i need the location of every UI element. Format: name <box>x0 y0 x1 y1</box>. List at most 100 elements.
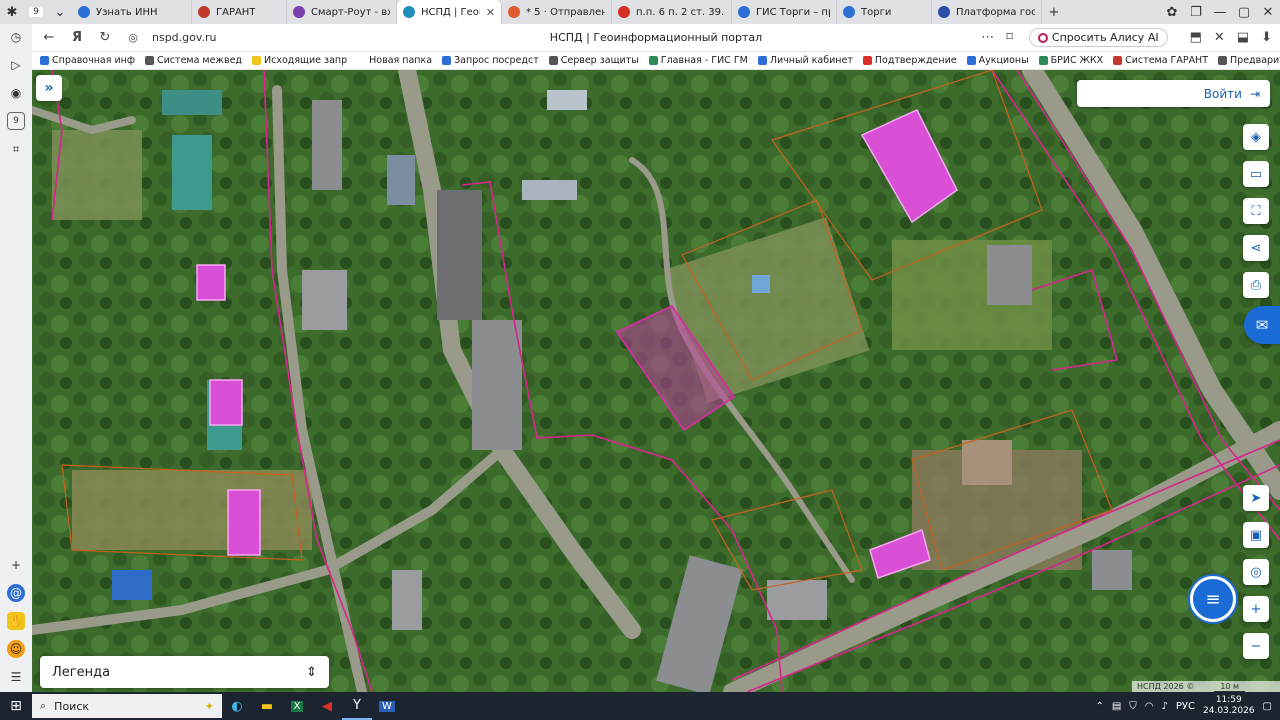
bookmark-item[interactable]: Справочная инф <box>40 55 141 66</box>
tab-label: НСПД | Геоинфо <box>421 6 480 18</box>
tab-label: Узнать ИНН <box>96 6 158 18</box>
map-canvas[interactable] <box>32 70 1280 692</box>
network-icon[interactable]: ▤ <box>1112 701 1121 712</box>
tab-group-icon[interactable]: 9 <box>7 112 25 130</box>
shield-icon[interactable]: ⬒ <box>1190 30 1202 45</box>
maximize-icon[interactable]: ▢ <box>1232 0 1256 24</box>
minimize-icon[interactable]: — <box>1208 0 1232 24</box>
language-indicator[interactable]: РУС <box>1176 701 1195 712</box>
accessibility-button[interactable]: ✉ <box>1244 306 1280 344</box>
bookmark-item[interactable]: Система ГАРАНТ <box>1113 55 1214 66</box>
close-tab-icon[interactable]: ✕ <box>486 6 495 19</box>
minimap-button[interactable]: ▣ <box>1243 522 1269 548</box>
notifications-icon[interactable]: ▢ <box>1263 701 1272 712</box>
new-tab-button[interactable]: + <box>1042 0 1066 24</box>
app-red[interactable]: ◀ <box>312 692 342 720</box>
extensions-icon[interactable]: ⬓ <box>1237 30 1249 45</box>
bookmark-favicon-icon <box>40 56 49 65</box>
tab-label: * 5 · Отправленные <box>526 6 605 18</box>
windows-taskbar: ⊞ ⌕ Поиск ✦ ◐ ▬ X ◀ Y W ⌃ ▤ ⛉ ◠ ♪ РУС 11… <box>0 692 1280 720</box>
legend-panel[interactable]: Легенда ⇕ <box>40 656 329 688</box>
building <box>312 100 342 190</box>
settings-icon[interactable]: ☰ <box>7 668 25 686</box>
wifi-icon[interactable]: ◠ <box>1145 701 1154 712</box>
zoom-out-button[interactable]: − <box>1243 633 1269 659</box>
login-icon: ⇥ <box>1249 86 1260 101</box>
tabs-dropdown-icon[interactable]: ⌄ <box>48 0 72 24</box>
browser-menu-icon[interactable]: ✱ <box>0 0 24 24</box>
excel-app[interactable]: X <box>282 692 312 720</box>
bookmark-item[interactable]: Новая папка <box>357 55 438 66</box>
building <box>522 180 577 200</box>
bookmark-item[interactable]: Сервер защиты <box>548 55 645 66</box>
bookmark-item[interactable]: Исходящие запр <box>252 55 353 66</box>
clock[interactable]: 11:59 24.03.2026 <box>1203 695 1255 717</box>
bookmark-label: Исходящие запр <box>264 55 348 66</box>
bookmark-item[interactable]: Запрос посредст <box>442 55 545 66</box>
share-button[interactable]: ⋖ <box>1243 235 1269 261</box>
edge-app[interactable]: ◐ <box>222 692 252 720</box>
browser-tab[interactable]: * 5 · Отправленные <box>502 0 612 24</box>
chat-button[interactable]: ≡ <box>1190 576 1236 622</box>
bookmark-item[interactable]: Личный кабинет <box>757 55 859 66</box>
bookmark-item[interactable]: Система межвед <box>145 55 248 66</box>
downloads-icon[interactable]: ⬇ <box>1261 30 1272 45</box>
browser-tab[interactable]: НСПД | Геоинфо ✕ <box>397 0 502 24</box>
hand-icon[interactable]: ✋ <box>7 612 25 630</box>
browser-side-rail: ◷ ▷ ◉ 9 ⌗ + @ ✋ ☺ ☰ <box>0 24 32 692</box>
browser-tab[interactable]: ГАРАНТ <box>192 0 287 24</box>
more-icon[interactable]: ⋯ <box>981 30 994 45</box>
extension-icon[interactable]: ✿ <box>1160 0 1184 24</box>
back-icon[interactable]: ← <box>40 30 58 45</box>
avatar-icon[interactable]: ☺ <box>7 640 25 658</box>
url-field[interactable]: nspd.gov.ru <box>152 31 217 44</box>
tray-expand-icon[interactable]: ⌃ <box>1095 701 1103 712</box>
bookmark-item[interactable]: Предварительны <box>1218 55 1280 66</box>
explorer-app[interactable]: ▬ <box>252 692 282 720</box>
browser-tab[interactable]: Торги <box>837 0 932 24</box>
history-icon[interactable]: ◷ <box>7 28 25 46</box>
yandex-icon[interactable]: Я <box>68 30 86 45</box>
layers-button[interactable]: ◈ <box>1243 124 1269 150</box>
site-info-icon[interactable]: ◎ <box>124 31 142 44</box>
play-icon[interactable]: ▷ <box>7 56 25 74</box>
bookmark-label: Личный кабинет <box>769 55 853 66</box>
select-area-button[interactable]: ⛶ <box>1243 198 1269 224</box>
locate-button[interactable]: ➤ <box>1243 485 1269 511</box>
browser-tab[interactable]: Смарт-Роут - вход <box>287 0 397 24</box>
reload-icon[interactable]: ↻ <box>96 30 114 45</box>
bookmark-item[interactable]: Аукционы <box>966 55 1035 66</box>
expand-sidebar-button[interactable]: » <box>36 75 62 101</box>
yandex-browser-app[interactable]: Y <box>342 692 372 720</box>
tab-counter[interactable]: 9 <box>24 0 48 24</box>
login-button[interactable]: Войти ⇥ <box>1077 80 1270 107</box>
bookmark-item[interactable]: БРИС ЖКХ <box>1038 55 1110 66</box>
shield-tray-icon[interactable]: ⛉ <box>1129 701 1137 712</box>
windows-start-button[interactable]: ⊞ <box>0 692 32 720</box>
word-app[interactable]: W <box>372 692 402 720</box>
address-bar: ← Я ↻ ◎ nspd.gov.ru НСПД | Геоинформацио… <box>32 24 1280 52</box>
bookmarks-manager-icon[interactable]: ❐ <box>1184 0 1208 24</box>
close-window-icon[interactable]: ✕ <box>1256 0 1280 24</box>
geolocation-button[interactable]: ◎ <box>1243 559 1269 585</box>
bookmark-item[interactable]: Подтверждение <box>862 55 963 66</box>
taskbar-search[interactable]: ⌕ Поиск ✦ <box>32 694 222 718</box>
add-panel-icon[interactable]: + <box>7 556 25 574</box>
bookmark-item[interactable]: Главная - ГИС ГМ <box>648 55 754 66</box>
tools-icon[interactable]: ✕ <box>1214 30 1225 45</box>
bookmark-icon[interactable]: ⌑ <box>1006 30 1013 45</box>
screenshot-icon[interactable]: ⌗ <box>7 140 25 158</box>
browser-tab[interactable]: Платформа госуда <box>932 0 1042 24</box>
volume-icon[interactable]: ♪ <box>1162 701 1168 712</box>
bookmark-favicon-icon <box>862 56 872 65</box>
ruler-button[interactable]: ▭ <box>1243 161 1269 187</box>
alice-button[interactable]: Спросить Алису AI <box>1028 28 1168 47</box>
print-button[interactable]: ⎙ <box>1243 272 1269 298</box>
browser-tab[interactable]: п.п. 6 п. 2 ст. 39.3, п <box>612 0 732 24</box>
zoom-in-button[interactable]: + <box>1243 596 1269 622</box>
mail-icon[interactable]: @ <box>7 584 25 602</box>
tab-label: ГАРАНТ <box>216 6 256 18</box>
browser-tab[interactable]: ГИС Торги – прода <box>732 0 837 24</box>
video-icon[interactable]: ◉ <box>7 84 25 102</box>
browser-tab[interactable]: Узнать ИНН <box>72 0 192 24</box>
